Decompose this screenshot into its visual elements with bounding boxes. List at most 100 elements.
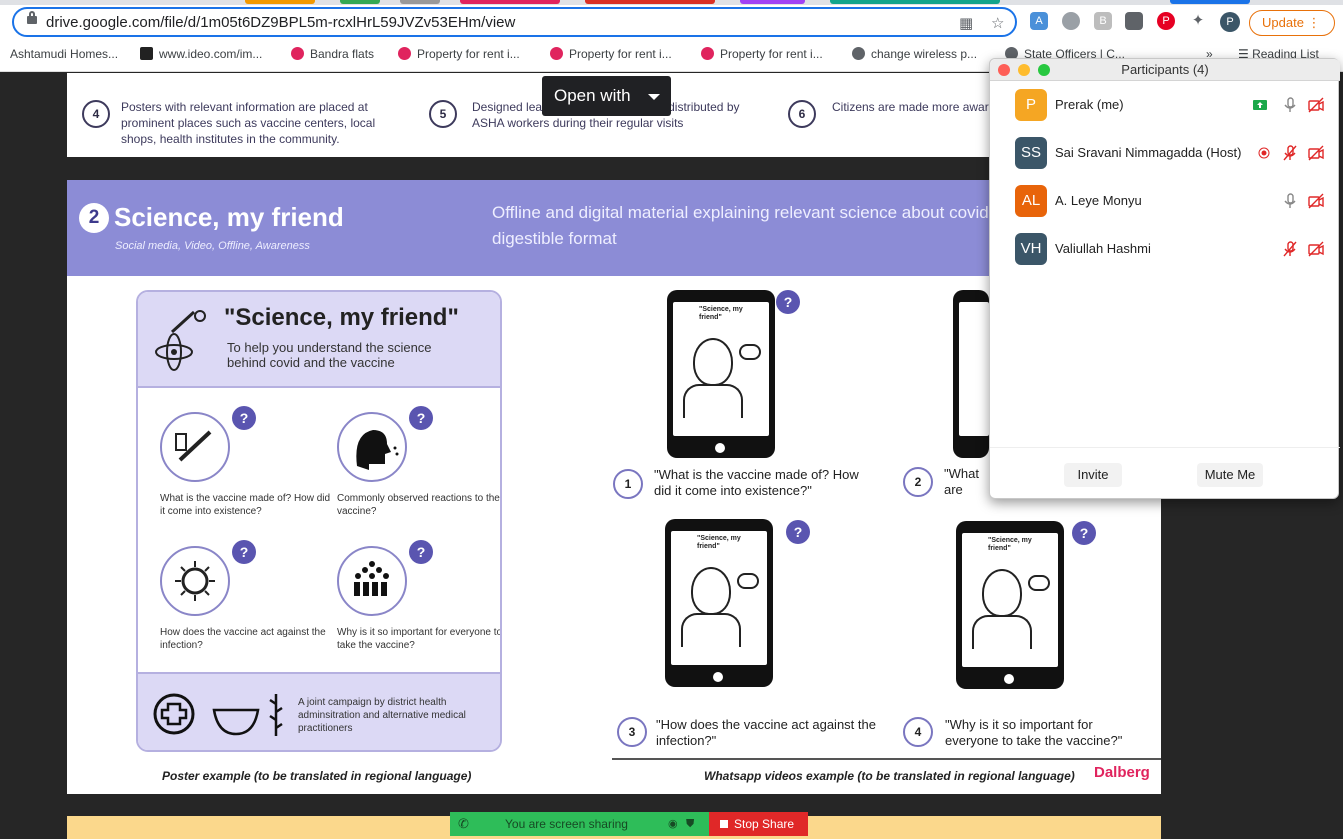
phone-screen-label: "Science, my friend" <box>699 306 743 321</box>
crowd-icon <box>337 546 407 616</box>
syringe-icon <box>160 412 230 482</box>
zoom-participants-window[interactable]: Participants (4) P Prerak (me) SS Sai Sr… <box>989 58 1340 499</box>
ideo-favicon-icon <box>140 47 153 60</box>
qr-code-icon[interactable]: ▦ <box>959 14 973 32</box>
profile-avatar[interactable]: P <box>1220 12 1240 32</box>
dalberg-logo: Dalberg <box>1094 764 1150 781</box>
whatsapp-video-phone: "Science, my friend" <box>667 290 775 458</box>
question-text: What is the vaccine made of? How did it … <box>160 493 331 517</box>
favicon-icon <box>291 47 304 60</box>
screen-share-bar[interactable]: ✆ You are screen sharing ◉ ⛊ Stop Share <box>450 812 808 836</box>
extension-icon[interactable] <box>1125 12 1143 30</box>
participant-row[interactable]: VH Valiullah Hashmi <box>990 225 1340 273</box>
section-number: 2 <box>79 203 109 233</box>
bookmark-item[interactable]: Property for rent i... <box>550 47 672 61</box>
health-logos-icon <box>153 693 283 736</box>
poster-example: "Science, my friend" To help you underst… <box>136 290 502 752</box>
update-button[interactable]: Update ⋮ <box>1249 10 1335 36</box>
drag-handle-icon[interactable]: ✆ <box>458 812 469 836</box>
poster-caption: Poster example (to be translated in regi… <box>162 769 472 783</box>
video-text: "How does the vaccine act against the in… <box>656 717 876 748</box>
question-mark-badge: ? <box>1072 521 1096 545</box>
bookmark-item[interactable]: Ashtamudi Homes... <box>10 47 118 61</box>
phone-screen-label: "Science, my friend" <box>988 537 1032 552</box>
sharing-status[interactable]: ✆ You are screen sharing ◉ ⛊ <box>450 812 709 836</box>
pinterest-icon[interactable]: P <box>1157 12 1175 30</box>
participant-row[interactable]: SS Sai Sravani Nimmagadda (Host) <box>990 129 1340 177</box>
video-off-icon[interactable] <box>1308 145 1324 161</box>
microphone-muted-icon[interactable] <box>1282 145 1298 161</box>
videos-caption: Whatsapp videos example (to be translate… <box>704 769 1075 783</box>
step-text: Posters with relevant information are pl… <box>121 100 376 146</box>
participant-row[interactable]: AL A. Leye Monyu <box>990 177 1340 225</box>
bookmark-item[interactable]: Property for rent i... <box>701 47 823 61</box>
invite-button[interactable]: Invite <box>1064 463 1122 487</box>
mute-me-button[interactable]: Mute Me <box>1197 463 1263 487</box>
participants-title-bar[interactable]: Participants (4) <box>990 59 1340 81</box>
microphone-muted-icon[interactable] <box>1282 241 1298 257</box>
bookmark-item[interactable]: Bandra flats <box>291 47 374 61</box>
question-mark-badge: ? <box>409 406 433 430</box>
question-text: Why is it so important for everyone to t… <box>337 627 502 651</box>
question-mark-badge: ? <box>232 540 256 564</box>
avatar: VH <box>1015 233 1047 265</box>
favicon-icon <box>398 47 411 60</box>
whatsapp-video-phone: "Science, my friend" <box>665 519 773 687</box>
bookmark-item[interactable]: www.ideo.com/im... <box>140 47 262 61</box>
extension-icon[interactable]: A <box>1030 12 1048 30</box>
microphone-icon[interactable] <box>1282 193 1298 209</box>
whatsapp-video-phone <box>953 290 989 458</box>
address-bar[interactable]: drive.google.com/file/d/1m05t6DZ9BPL5m-r… <box>12 7 1017 37</box>
close-window-icon[interactable] <box>998 64 1010 76</box>
minimize-window-icon[interactable] <box>1018 64 1030 76</box>
step-number: 6 <box>788 100 816 128</box>
shield-icon[interactable]: ⛊ <box>686 812 694 836</box>
bookmark-label: Property for rent i... <box>720 47 823 61</box>
lock-icon <box>27 11 37 24</box>
bookmark-star-icon[interactable]: ☆ <box>991 14 1004 32</box>
extension-icon[interactable] <box>1062 12 1080 30</box>
bookmark-label: Property for rent i... <box>569 47 672 61</box>
video-text: "What are the commonly observed reaction… <box>944 466 979 497</box>
more-menu-icon: ⋮ <box>1307 15 1321 30</box>
bookmark-label: www.ideo.com/im... <box>159 47 263 61</box>
question-mark-badge: ? <box>776 290 800 314</box>
favicon-icon <box>701 47 714 60</box>
recording-icon <box>1258 147 1270 159</box>
avatar: P <box>1015 89 1047 121</box>
participant-name: Prerak (me) <box>1055 97 1124 112</box>
screen-share-icon <box>1253 100 1267 110</box>
whatsapp-video-phone: "Science, my friend" <box>956 521 1064 689</box>
bookmark-item[interactable]: Property for rent i... <box>398 47 520 61</box>
microphone-icon[interactable] <box>1282 97 1298 113</box>
url-text[interactable]: drive.google.com/file/d/1m05t6DZ9BPL5m-r… <box>46 14 515 31</box>
section-description: Offline and digital material explaining … <box>492 203 1021 248</box>
video-off-icon[interactable] <box>1308 193 1324 209</box>
video-off-icon[interactable] <box>1308 241 1324 257</box>
question-mark-badge: ? <box>409 540 433 564</box>
video-number: 2 <box>903 467 933 497</box>
divider <box>612 758 1161 760</box>
participant-row[interactable]: P Prerak (me) <box>990 81 1340 129</box>
video-text: "What is the vaccine made of? How did it… <box>654 467 859 498</box>
step-number: 5 <box>429 100 457 128</box>
extension-icon[interactable]: B <box>1094 12 1112 30</box>
section-subtitle: Social media, Video, Offline, Awareness <box>115 240 310 252</box>
poster-header: "Science, my friend" To help you underst… <box>138 292 500 388</box>
stop-share-button[interactable]: Stop Share <box>709 812 808 836</box>
bookmark-label: Property for rent i... <box>417 47 520 61</box>
question-mark-badge: ? <box>786 520 810 544</box>
question-mark-badge: ? <box>232 406 256 430</box>
bookmark-item[interactable]: change wireless p... <box>852 47 977 61</box>
tab-strip[interactable] <box>0 0 1343 5</box>
maximize-window-icon[interactable] <box>1038 64 1050 76</box>
pause-share-icon[interactable]: ◉ <box>668 812 678 836</box>
open-with-label: Open with <box>554 86 631 105</box>
cough-head-icon <box>337 412 407 482</box>
phone-screen-label: "Science, my friend" <box>697 535 741 550</box>
atom-syringe-icon <box>155 310 206 371</box>
video-off-icon[interactable] <box>1308 97 1324 113</box>
extensions-puzzle-icon[interactable]: ✦ <box>1189 12 1207 30</box>
open-with-button[interactable]: Open with <box>542 76 671 116</box>
question-text: Commonly observed reactions to the vacci… <box>337 493 500 517</box>
